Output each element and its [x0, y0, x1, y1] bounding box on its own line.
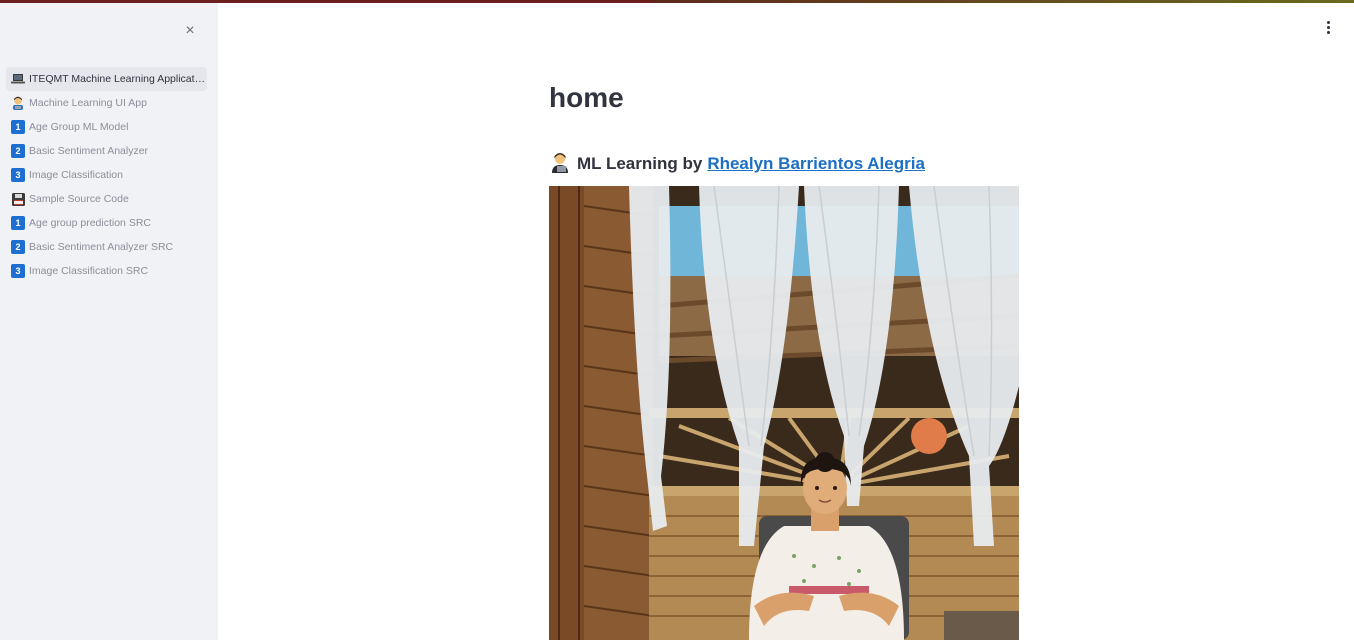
sidebar-item-ml-ui-app[interactable]: Machine Learning UI App	[6, 91, 207, 115]
sidebar-item-label: Sample Source Code	[29, 193, 129, 205]
sidebar-item-age-group-ml-model[interactable]: 1 Age Group ML Model	[6, 115, 207, 139]
subtitle-text: ML Learning by	[577, 154, 703, 173]
keycap-2-icon: 2	[11, 144, 25, 158]
sidebar-item-label: Machine Learning UI App	[29, 97, 147, 109]
technologist-icon	[549, 151, 571, 178]
kebab-menu-icon	[1326, 20, 1330, 24]
sidebar-item-label: Image Classification	[29, 169, 123, 181]
main-menu-button[interactable]	[1318, 17, 1338, 37]
keycap-1-icon: 1	[11, 216, 25, 230]
keycap-2-icon: 2	[11, 240, 25, 254]
sidebar-item-iteqmt-ml-applications[interactable]: ITEQMT Machine Learning Applicati…	[6, 67, 207, 91]
page-title: home	[549, 82, 624, 113]
sidebar-item-sample-source-code[interactable]: Sample Source Code	[6, 187, 207, 211]
author-link[interactable]: Rhealyn Barrientos Alegria	[707, 154, 925, 174]
close-icon: ×	[185, 22, 195, 39]
person-icon	[11, 96, 25, 110]
sidebar-item-label: Basic Sentiment Analyzer SRC	[29, 241, 174, 253]
profile-photo	[549, 186, 1019, 640]
page-subtitle: ML Learning by Rhealyn Barrientos Alegri…	[549, 151, 925, 177]
keycap-1-icon: 1	[11, 120, 25, 134]
sidebar-item-label: Image Classification SRC	[29, 265, 149, 277]
keycap-3-icon: 3	[11, 168, 25, 182]
close-sidebar-button[interactable]: ×	[180, 20, 200, 42]
sidebar: × ITEQMT Machine Learning Applicati… Mac…	[0, 3, 218, 640]
sidebar-item-label: Age group prediction SRC	[29, 217, 151, 229]
sidebar-item-image-classification[interactable]: 3 Image Classification	[6, 163, 207, 187]
floppy-disk-icon	[11, 192, 25, 206]
keycap-3-icon: 3	[11, 264, 25, 278]
sidebar-item-age-group-prediction-src[interactable]: 1 Age group prediction SRC	[6, 211, 207, 235]
sidebar-item-label: Age Group ML Model	[29, 121, 129, 133]
sidebar-item-basic-sentiment-analyzer-src[interactable]: 2 Basic Sentiment Analyzer SRC	[6, 235, 207, 259]
sidebar-nav: ITEQMT Machine Learning Applicati… Machi…	[6, 67, 207, 283]
sidebar-item-label: Basic Sentiment Analyzer	[29, 145, 149, 157]
sidebar-item-image-classification-src[interactable]: 3 Image Classification SRC	[6, 259, 207, 283]
sidebar-item-label: ITEQMT Machine Learning Applicati…	[29, 73, 207, 85]
laptop-icon	[11, 72, 25, 86]
sidebar-item-basic-sentiment-analyzer[interactable]: 2 Basic Sentiment Analyzer	[6, 139, 207, 163]
